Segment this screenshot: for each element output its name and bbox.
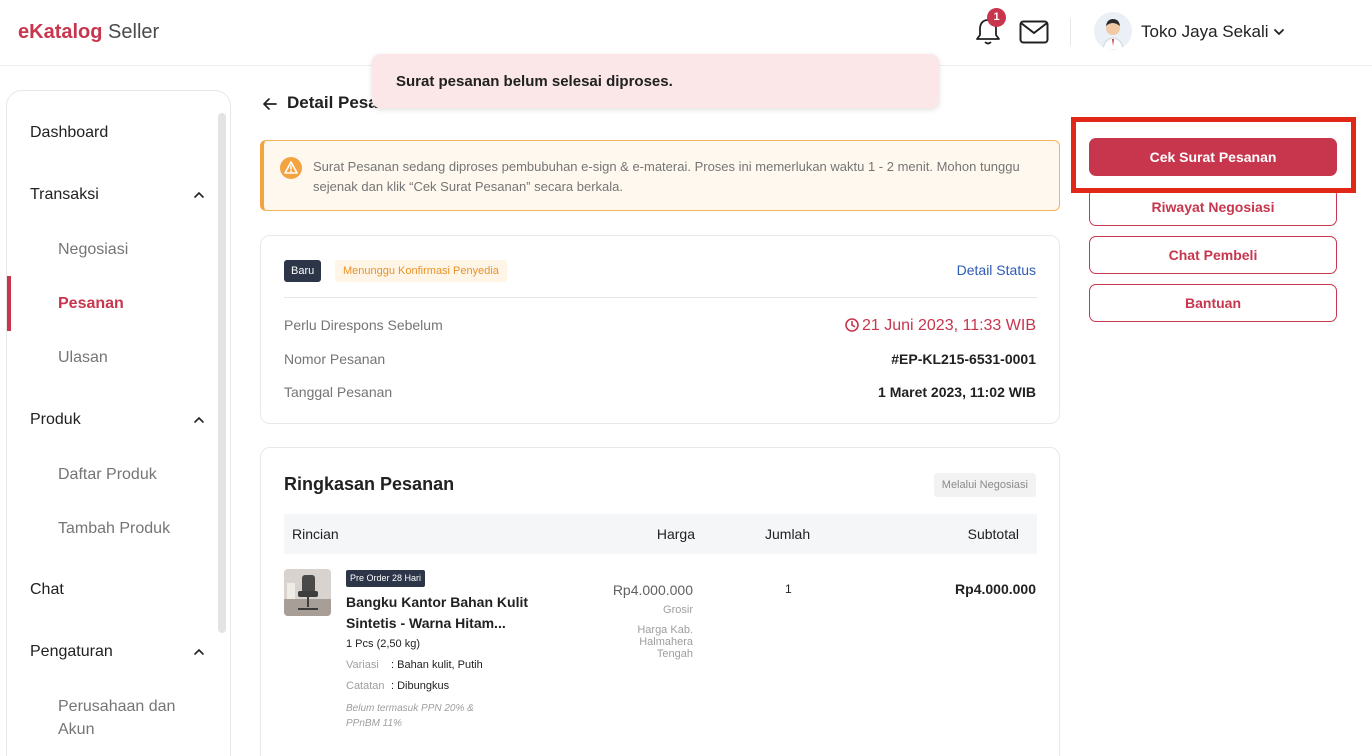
order-number-value: #EP-KL215-6531-0001 bbox=[891, 351, 1036, 367]
product-image[interactable] bbox=[284, 569, 331, 616]
product-note: Catatan : Dibungkus bbox=[346, 680, 449, 692]
processing-alert: Surat Pesanan sedang diproses pembubuhan… bbox=[260, 140, 1060, 211]
status-badge-waiting: Menunggu Konfirmasi Penyedia bbox=[335, 260, 507, 282]
sidebar-item-daftar-produk[interactable]: Daftar Produk bbox=[58, 463, 157, 486]
sidebar-item-negosiasi[interactable]: Negosiasi bbox=[58, 238, 128, 261]
check-order-letter-button[interactable]: Cek Surat Pesanan bbox=[1089, 138, 1337, 176]
sidebar-item-pengaturan[interactable]: Pengaturan bbox=[30, 643, 113, 661]
sidebar: Dashboard Transaksi Negosiasi Pesanan Ul… bbox=[6, 90, 231, 756]
sidebar-item-pesanan[interactable]: Pesanan bbox=[58, 292, 124, 315]
col-subtotal: Subtotal bbox=[967, 526, 1019, 542]
sidebar-scrollbar[interactable] bbox=[218, 113, 226, 633]
product-subtotal: Rp4.000.000 bbox=[955, 581, 1036, 597]
status-badge-new: Baru bbox=[284, 260, 322, 282]
product-qty-weight: 1 Pcs (2,50 kg) bbox=[346, 638, 420, 650]
order-status-card: Baru Menunggu Konfirmasi Penyedia Detail… bbox=[260, 235, 1060, 424]
order-summary-card: Ringkasan Pesanan Melalui Negosiasi Rinc… bbox=[260, 447, 1060, 756]
sidebar-item-chat[interactable]: Chat bbox=[30, 581, 64, 599]
warning-icon bbox=[280, 157, 302, 179]
product-quantity: 1 bbox=[785, 582, 792, 596]
logo-brand: eKatalog bbox=[18, 21, 103, 43]
office-chair-image bbox=[284, 569, 331, 616]
sidebar-item-perusahaan-akun[interactable]: Perusahaan dan Akun bbox=[58, 695, 198, 741]
clock-icon bbox=[845, 318, 859, 332]
divider bbox=[284, 297, 1037, 298]
note-value: : Dibungkus bbox=[391, 680, 450, 692]
sidebar-item-ulasan[interactable]: Ulasan bbox=[58, 346, 108, 369]
col-harga: Harga bbox=[656, 526, 695, 542]
logo-sub: Seller bbox=[108, 21, 160, 43]
deadline-text: 21 Juni 2023, 11:33 WIB bbox=[861, 317, 1036, 334]
chevron-down-icon[interactable] bbox=[1272, 26, 1286, 38]
table-header: Rincian Harga Jumlah Subtotal bbox=[284, 514, 1037, 554]
variant-value: : Bahan kulit, Putih bbox=[391, 659, 483, 671]
note-label: Catatan bbox=[346, 680, 385, 692]
chevron-up-icon[interactable] bbox=[192, 415, 206, 425]
detail-status-link[interactable]: Detail Status bbox=[957, 262, 1036, 278]
back-arrow-icon[interactable] bbox=[262, 96, 278, 112]
order-date-value: 1 Maret 2023, 11:02 WIB bbox=[878, 384, 1036, 400]
sidebar-item-produk[interactable]: Produk bbox=[30, 411, 81, 429]
tax-note: Belum termasuk PPN 20% & PPnBM 11% bbox=[346, 703, 474, 729]
sidebar-item-transaksi[interactable]: Transaksi bbox=[30, 186, 99, 204]
store-name[interactable]: Toko Jaya Sekali bbox=[1141, 22, 1269, 42]
ekatalog-logo[interactable]: eKatalog Seller bbox=[18, 20, 159, 44]
product-variant: Variasi : Bahan kulit, Putih bbox=[346, 659, 483, 671]
respond-before-value: 21 Juni 2023, 11:33 WIB bbox=[845, 317, 1036, 335]
col-jumlah: Jumlah bbox=[765, 526, 811, 542]
order-date-label: Tanggal Pesanan bbox=[284, 384, 393, 400]
via-negotiation-badge: Melalui Negosiasi bbox=[933, 473, 1036, 497]
toast-message: Surat pesanan belum selesai diproses. bbox=[372, 54, 939, 108]
user-avatar-icon bbox=[1094, 12, 1132, 50]
chevron-up-icon[interactable] bbox=[192, 647, 206, 657]
chevron-up-icon[interactable] bbox=[192, 190, 206, 200]
chat-buyer-button[interactable]: Chat Pembeli bbox=[1089, 236, 1337, 274]
help-button[interactable]: Bantuan bbox=[1089, 284, 1337, 322]
alert-text: Surat Pesanan sedang diproses pembubuhan… bbox=[313, 159, 1020, 194]
product-name[interactable]: Bangku Kantor Bahan Kulit Sintetis - War… bbox=[346, 592, 546, 634]
product-price: Rp4.000.000 bbox=[612, 582, 693, 598]
mail-icon[interactable] bbox=[1019, 20, 1049, 44]
preorder-badge: Pre Order 28 Hari bbox=[346, 570, 426, 587]
sidebar-item-dashboard[interactable]: Dashboard bbox=[30, 124, 108, 142]
header-divider bbox=[1070, 18, 1071, 46]
active-indicator bbox=[7, 276, 11, 331]
notification-badge: 1 bbox=[987, 8, 1006, 27]
price-region: Harga Kab. Halmahera Tengah bbox=[637, 624, 693, 660]
order-number-label: Nomor Pesanan bbox=[284, 351, 386, 367]
avatar[interactable] bbox=[1094, 12, 1132, 50]
variant-label: Variasi bbox=[346, 659, 379, 671]
negotiation-history-button[interactable]: Riwayat Negosiasi bbox=[1089, 188, 1337, 226]
summary-title: Ringkasan Pesanan bbox=[284, 474, 455, 494]
sidebar-item-tambah-produk[interactable]: Tambah Produk bbox=[58, 517, 170, 540]
price-type: Grosir bbox=[663, 604, 693, 616]
col-rincian: Rincian bbox=[292, 526, 339, 542]
respond-before-label: Perlu Direspons Sebelum bbox=[284, 317, 443, 333]
